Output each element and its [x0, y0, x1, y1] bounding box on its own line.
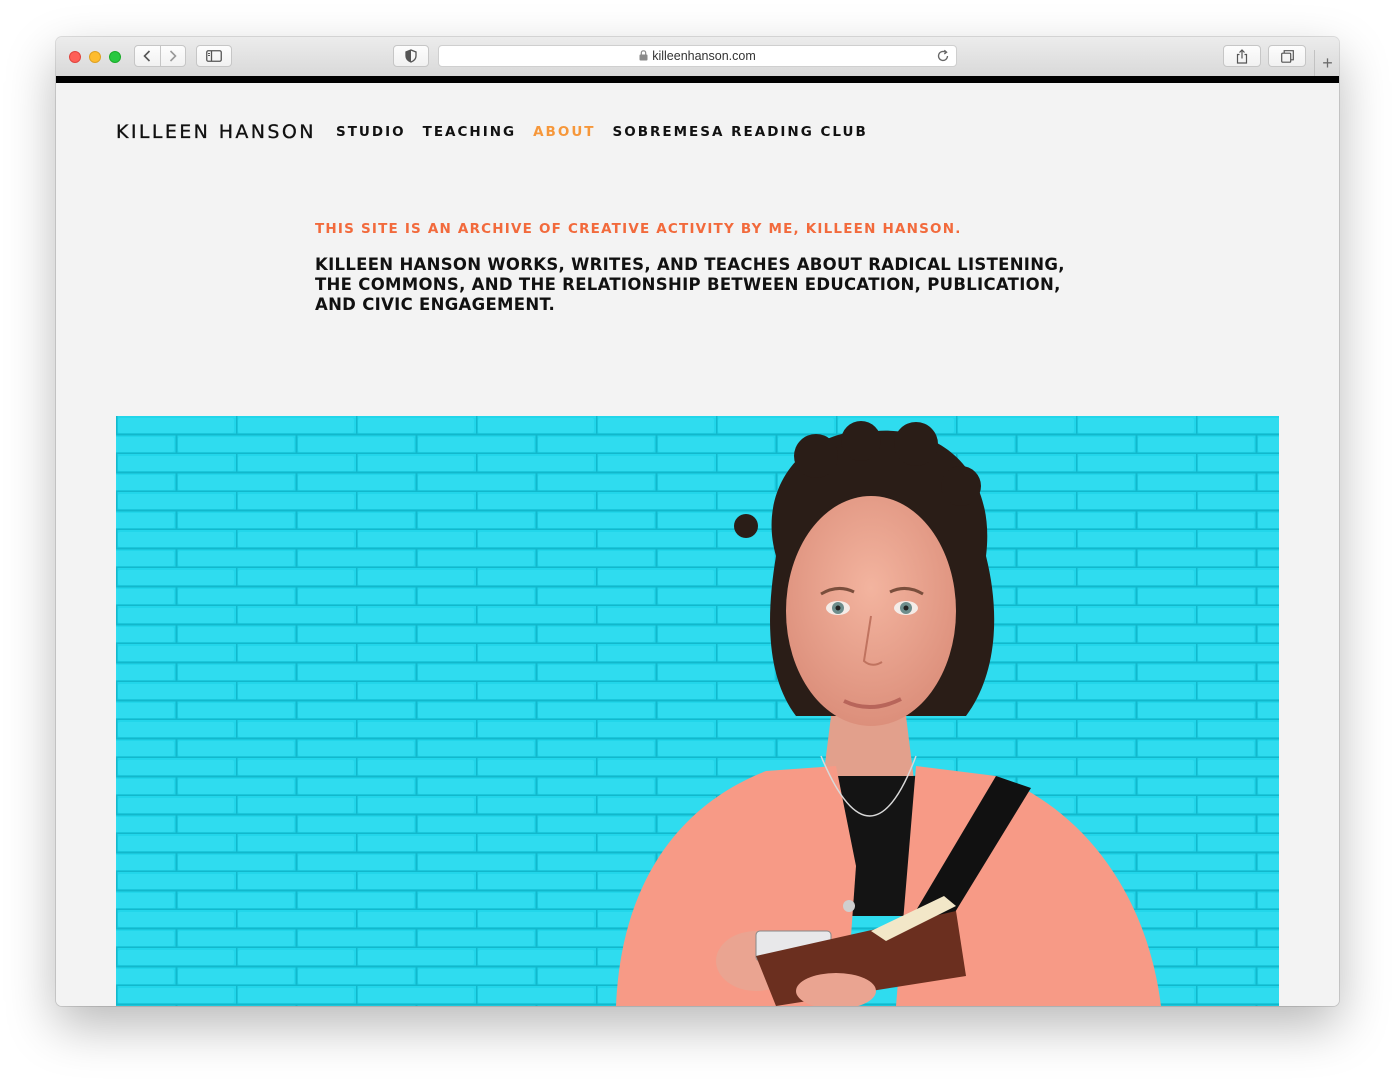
new-tab-button[interactable]: + — [1314, 50, 1339, 76]
nav-item-sobremesa-reading-club[interactable]: SOBREMESA READING CLUB — [613, 124, 868, 140]
url-text: killeenhanson.com — [652, 49, 756, 63]
reload-icon[interactable] — [936, 49, 950, 63]
lock-icon — [639, 50, 648, 61]
browser-window: killeenhanson.com + KILLEEN HANSON STUDI… — [56, 37, 1339, 1006]
portrait-photo — [116, 416, 1279, 1006]
portrait-image — [116, 416, 1279, 1006]
share-icon — [1236, 48, 1248, 64]
chevron-left-icon — [143, 50, 151, 62]
main-nav: STUDIO TEACHING ABOUT SOBREMESA READING … — [336, 124, 885, 140]
nav-item-about[interactable]: ABOUT — [533, 124, 595, 140]
browser-toolbar: killeenhanson.com + — [56, 37, 1339, 77]
minimize-window-button[interactable] — [89, 51, 101, 63]
site-title[interactable]: KILLEEN HANSON — [116, 121, 316, 143]
shield-icon — [405, 49, 417, 63]
forward-button[interactable] — [160, 46, 185, 66]
sidebar-toggle-button[interactable] — [196, 45, 232, 67]
address-bar[interactable]: killeenhanson.com — [438, 45, 957, 67]
intro-text: THIS SITE IS AN ARCHIVE OF CREATIVE ACTI… — [315, 221, 962, 237]
tab-overview-button[interactable] — [1268, 45, 1306, 67]
maximize-window-button[interactable] — [109, 51, 121, 63]
share-button[interactable] — [1223, 45, 1261, 67]
sidebar-icon — [206, 50, 222, 62]
privacy-report-button[interactable] — [393, 45, 429, 67]
close-window-button[interactable] — [69, 51, 81, 63]
web-page: KILLEEN HANSON STUDIO TEACHING ABOUT SOB… — [56, 83, 1339, 1006]
history-nav-group — [134, 45, 186, 67]
back-button[interactable] — [135, 46, 160, 66]
plus-icon: + — [1322, 52, 1333, 73]
url-display: killeenhanson.com — [439, 49, 956, 63]
site-top-bar — [56, 76, 1339, 83]
bio-text: KILLEEN HANSON WORKS, WRITES, AND TEACHE… — [315, 255, 1065, 314]
chevron-right-icon — [169, 50, 177, 62]
nav-item-studio[interactable]: STUDIO — [336, 124, 406, 140]
nav-item-teaching[interactable]: TEACHING — [423, 124, 517, 140]
tabs-icon — [1280, 49, 1294, 63]
